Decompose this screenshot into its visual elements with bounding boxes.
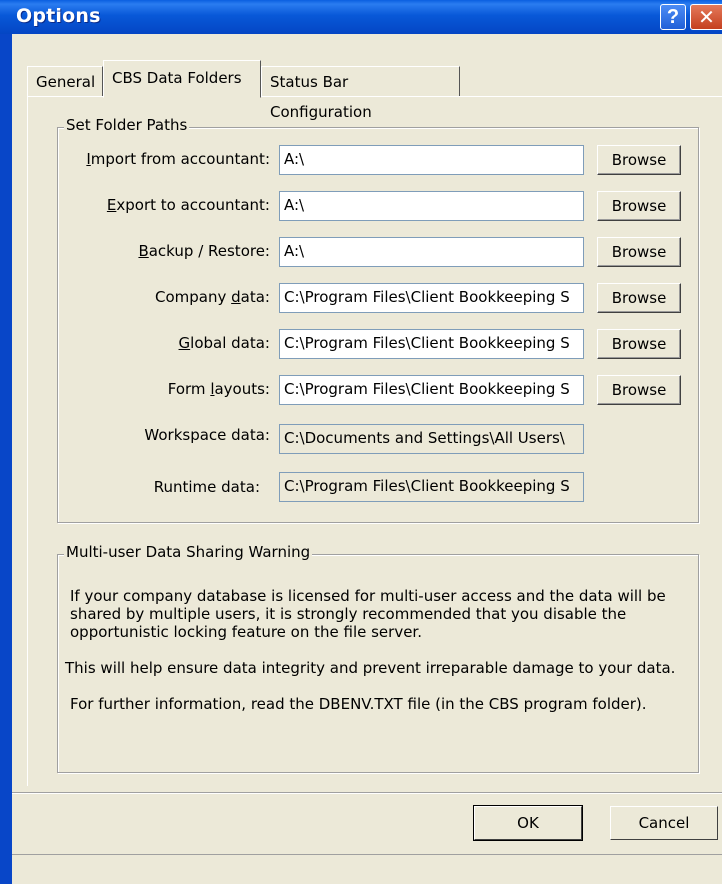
backup-browse-button[interactable]: Browse (597, 237, 681, 267)
separator (12, 792, 722, 794)
export-browse-button[interactable]: Browse (597, 191, 681, 221)
form-layouts-path-input[interactable]: C:\Program Files\Client Bookkeeping S (279, 375, 584, 405)
ok-button[interactable]: OK (473, 805, 583, 841)
global-data-browse-button[interactable]: Browse (597, 329, 681, 359)
company-data-label: Company data: (155, 288, 270, 306)
warning-paragraph-1: If your company database is licensed for… (70, 587, 666, 641)
warning-legend: Multi-user Data Sharing Warning (64, 543, 313, 561)
runtime-data-label: Runtime data: (153, 478, 260, 496)
backup-path-input[interactable]: A:\ (279, 237, 584, 267)
company-data-path-input[interactable]: C:\Program Files\Client Bookkeeping S (279, 283, 584, 313)
import-path-input[interactable]: A:\ (279, 145, 584, 175)
close-icon: ✕ (698, 5, 715, 29)
warning-paragraph-2: This will help ensure data integrity and… (65, 659, 676, 677)
form-layouts-label: Form layouts: (167, 380, 270, 398)
export-label: Export to accountant: (106, 196, 270, 214)
import-label: Import from accountant: (86, 150, 270, 168)
global-data-path-input[interactable]: C:\Program Files\Client Bookkeeping S (279, 329, 584, 359)
window-title: Options (16, 5, 101, 27)
status-strip (12, 854, 722, 884)
tab-general[interactable]: General (27, 66, 103, 96)
export-path-input[interactable]: A:\ (279, 191, 584, 221)
import-browse-button[interactable]: Browse (597, 145, 681, 175)
global-data-label: Global data: (178, 334, 270, 352)
cancel-button[interactable]: Cancel (610, 806, 718, 840)
tab-status-bar-configuration[interactable]: Status Bar Configuration (261, 66, 460, 121)
workspace-data-path-field: C:\Documents and Settings\All Users\ (279, 424, 584, 454)
form-layouts-browse-button[interactable]: Browse (597, 375, 681, 405)
help-button[interactable]: ? (660, 4, 686, 30)
folder-paths-legend: Set Folder Paths (64, 116, 190, 134)
warning-paragraph-3: For further information, read the DBENV.… (70, 695, 647, 713)
folder-paths-group (57, 127, 699, 523)
runtime-data-path-field: C:\Program Files\Client Bookkeeping S (279, 472, 584, 502)
tab-cbs-data-folders[interactable]: CBS Data Folders (103, 60, 261, 98)
title-bar[interactable] (0, 0, 722, 34)
workspace-data-label: Workspace data: (144, 426, 270, 444)
company-data-browse-button[interactable]: Browse (597, 283, 681, 313)
backup-label: Backup / Restore: (138, 242, 270, 260)
close-button[interactable]: ✕ (690, 4, 722, 30)
